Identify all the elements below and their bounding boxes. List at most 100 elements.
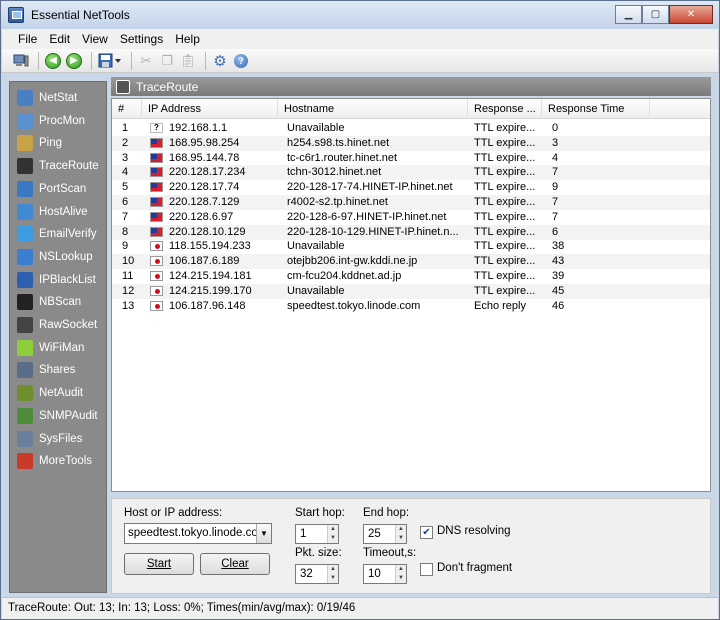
minimize-button[interactable]: ▁ (615, 5, 642, 24)
save-button[interactable] (97, 52, 123, 70)
sidebar-item-traceroute[interactable]: TraceRoute (14, 156, 104, 176)
cut-icon: ✂ (140, 52, 152, 68)
maximize-icon: ▢ (650, 9, 661, 20)
back-button[interactable]: ◀ (44, 52, 62, 70)
pkt-size-spinner[interactable]: 32 ▲ ▼ (295, 564, 339, 584)
menu-file[interactable]: File (2, 32, 43, 46)
japan-flag-icon (150, 241, 163, 252)
close-button[interactable]: ✕ (669, 5, 713, 24)
cell-number: 2 (122, 136, 129, 149)
sidebar-item-rawsocket[interactable]: RawSocket (14, 315, 104, 335)
start-button[interactable]: Start (124, 553, 194, 575)
chevron-down-icon[interactable]: ▼ (256, 524, 271, 543)
procmon-icon (17, 112, 33, 129)
save-icon (98, 53, 121, 67)
table-row[interactable]: 6 220.128.7.129 r4002-s2.tp.hinet.net TTL e… (112, 195, 710, 210)
table-row[interactable]: 8 220.128.10.129 220-128-10-129.HINET-IP.h… (112, 224, 710, 240)
trace-controls: Host or IP address: speedtest.tokyo.lino… (111, 498, 711, 594)
sidebar-item-nbscan[interactable]: NBScan (14, 292, 104, 312)
menu-settings[interactable]: Settings (114, 32, 169, 46)
toolbar: ◀ ▶ ✂ ❐ 📋︎ ⚙ ? (2, 49, 718, 73)
col-header-hostname[interactable]: Hostname (278, 99, 468, 119)
sidebar-item-ipblacklist[interactable]: IPBlackList (14, 270, 104, 290)
cell-response-time: 43 (552, 255, 565, 268)
sidebar-item-label: Shares (39, 364, 76, 377)
table-row[interactable]: 9 118.155.194.233 Unavailable TTL expire...… (112, 239, 710, 254)
cell-response: TTL expire... (474, 270, 536, 282)
clear-button[interactable]: Clear (200, 553, 270, 575)
cell-response-time: 6 (552, 225, 559, 238)
cell-response: TTL expire... (474, 122, 536, 134)
table-row[interactable]: 2 168.95.98.254 h254.s98.ts.hinet.net TTL e… (112, 135, 710, 151)
maximize-button[interactable]: ▢ (642, 5, 669, 24)
end-hop-spinner[interactable]: 25 ▲ ▼ (363, 524, 407, 544)
table-row[interactable]: 1? 192.168.1.1 Unavailable TTL expire... 0 (112, 121, 710, 136)
cell-number: 9 (122, 240, 129, 253)
table-row[interactable]: 10 106.187.6.189 otejbb206.int-gw.kddi.ne.… (112, 254, 710, 270)
cut-button[interactable]: ✂ (137, 52, 155, 70)
results-list[interactable]: # IP Address Hostname Response ... Respo… (111, 98, 711, 492)
spinner-arrows-icon[interactable]: ▲ ▼ (327, 565, 338, 583)
sidebar-item-sysfiles[interactable]: SysFiles (14, 429, 104, 449)
table-row[interactable]: 3 168.95.144.78 tc-c6r1.router.hinet.net TT… (112, 151, 710, 166)
spinner-arrows-icon[interactable]: ▲ ▼ (395, 525, 406, 543)
table-row[interactable]: 7 220.128.6.97 220-128-6-97.HINET-IP.hinet… (112, 210, 710, 225)
sidebar-item-wifiman[interactable]: WiFiMan (14, 338, 104, 358)
sidebar-item-portscan[interactable]: PortScan (14, 179, 104, 199)
sidebar-item-emailverify[interactable]: EmailVerify (14, 224, 104, 244)
sidebar-item-ping[interactable]: Ping (14, 133, 104, 153)
table-row[interactable]: 4 220.128.17.234 tchn-3012.hinet.net TTL ex… (112, 165, 710, 181)
sidebar-item-shares[interactable]: Shares (14, 360, 104, 380)
menu-help[interactable]: Help (169, 32, 206, 46)
cell-ip: 220.128.17.234 (169, 166, 246, 179)
copy-button[interactable]: ❐ (158, 52, 176, 70)
table-row[interactable]: 11 124.215.194.181 cm-fcu204.kddnet.ad.jp T… (112, 269, 710, 284)
timeout-spinner[interactable]: 10 ▲ ▼ (363, 564, 407, 584)
spinner-arrows-icon[interactable]: ▲ ▼ (327, 525, 338, 543)
cell-response: TTL expire... (474, 210, 536, 223)
sysfiles-icon (17, 430, 33, 447)
app-icon (8, 7, 24, 23)
dont-fragment-checkbox[interactable] (420, 563, 433, 576)
computer-icon[interactable] (12, 52, 30, 70)
sidebar-item-nslookup[interactable]: NSLookup (14, 247, 104, 267)
pkt-size-value: 32 (300, 568, 313, 580)
tool-sidebar: NetStat ProcMon Ping TraceRoute PortScan Host… (9, 81, 107, 593)
table-row[interactable]: 12 124.215.199.170 Unavailable TTL expire..… (112, 283, 710, 299)
sidebar-item-moretools[interactable]: MoreTools (14, 451, 104, 471)
table-row[interactable]: 13 106.187.96.148 speedtest.tokyo.linode.c… (112, 299, 710, 314)
menu-edit[interactable]: Edit (43, 32, 76, 46)
col-header-response-time[interactable]: Response Time (542, 99, 650, 119)
cell-response-time: 45 (552, 284, 565, 297)
forward-button[interactable]: ▶ (65, 52, 83, 70)
sidebar-item-snmpaudit[interactable]: SNMPAudit (14, 406, 104, 426)
col-header-number[interactable]: # (112, 99, 142, 119)
minimize-icon: ▁ (624, 9, 633, 20)
forward-icon: ▶ (66, 52, 82, 69)
menu-view[interactable]: View (76, 32, 114, 46)
sidebar-item-hostalive[interactable]: HostAlive (14, 202, 104, 222)
dns-resolving-checkbox[interactable]: ✔ (420, 526, 433, 539)
title-bar[interactable]: Essential NetTools ▁ ▢ ✕ (1, 1, 719, 29)
cell-number: 12 (122, 284, 135, 297)
taiwan-flag-icon (150, 167, 163, 178)
sidebar-item-netstat[interactable]: NetStat (14, 88, 104, 108)
table-row[interactable]: 5 220.128.17.74 220-128-17-74.HINET-IP.hin… (112, 180, 710, 195)
start-hop-spinner[interactable]: 1 ▲ ▼ (295, 524, 339, 544)
sidebar-item-netaudit[interactable]: NetAudit (14, 383, 104, 403)
col-header-response[interactable]: Response ... (468, 99, 542, 119)
host-combobox[interactable]: speedtest.tokyo.linode.com ▼ (124, 523, 272, 544)
dns-resolving-label: DNS resolving (437, 525, 511, 537)
paste-button[interactable]: 📋︎ (179, 52, 197, 70)
dont-fragment-label: Don't fragment (437, 562, 513, 574)
cell-ip: 168.95.98.254 (169, 136, 240, 149)
sidebar-item-procmon[interactable]: ProcMon (14, 111, 104, 131)
timeout-value: 10 (368, 568, 381, 580)
sidebar-item-label: NBScan (39, 296, 82, 309)
cell-response-time: 39 (552, 270, 565, 282)
help-button[interactable]: ? (232, 52, 250, 70)
settings-button[interactable]: ⚙ (211, 52, 229, 70)
cell-response: TTL expire... (474, 136, 536, 149)
spinner-arrows-icon[interactable]: ▲ ▼ (395, 565, 406, 583)
col-header-ip[interactable]: IP Address (142, 99, 278, 119)
